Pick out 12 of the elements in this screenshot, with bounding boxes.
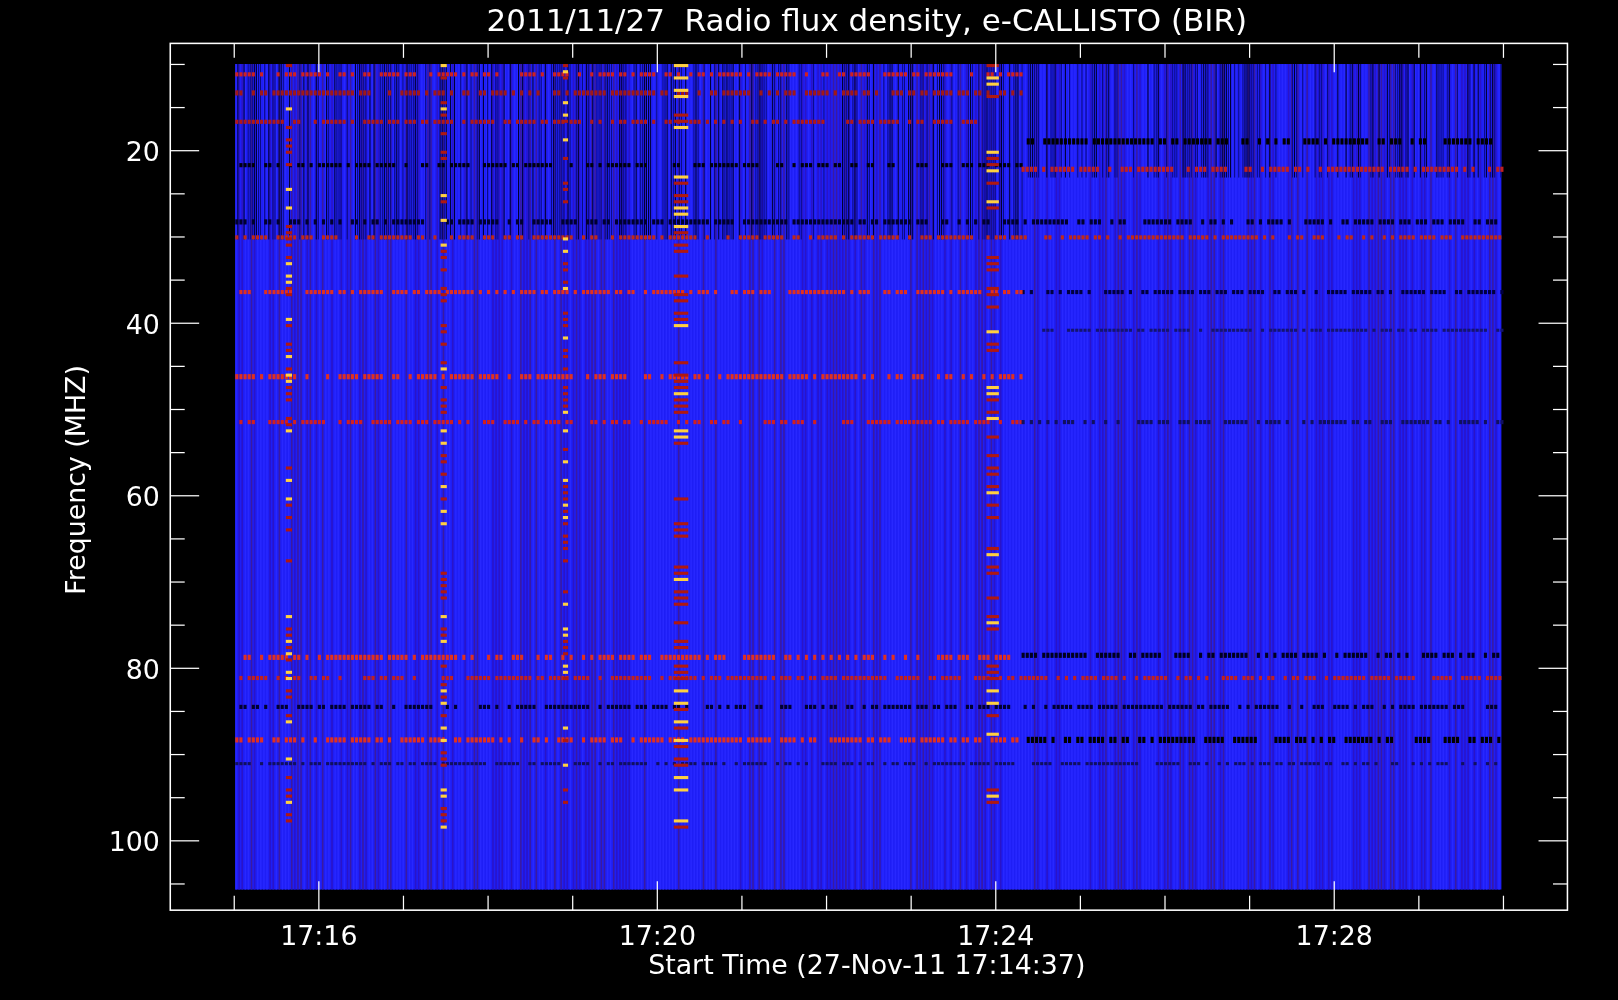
x-tick-label: 17:24 xyxy=(957,920,1035,952)
chart-title: 2011/11/27 Radio flux density, e-CALLISTO (BIR) xyxy=(486,2,1247,38)
y-tick-label: 100 xyxy=(108,826,160,858)
y-tick-label: 20 xyxy=(125,136,160,167)
y-tick-label: 40 xyxy=(125,308,160,340)
x-axis-label: Start Time (27-Nov-11 17:14:37) xyxy=(648,949,1086,981)
y-tick-label: 60 xyxy=(125,481,160,513)
y-axis-label: Frequency (MHZ) xyxy=(59,365,91,595)
y-tick-label: 80 xyxy=(125,653,160,685)
x-tick-label: 17:28 xyxy=(1295,920,1373,952)
x-tick-label: 17:20 xyxy=(618,920,696,952)
x-tick-label: 17:16 xyxy=(280,920,358,952)
